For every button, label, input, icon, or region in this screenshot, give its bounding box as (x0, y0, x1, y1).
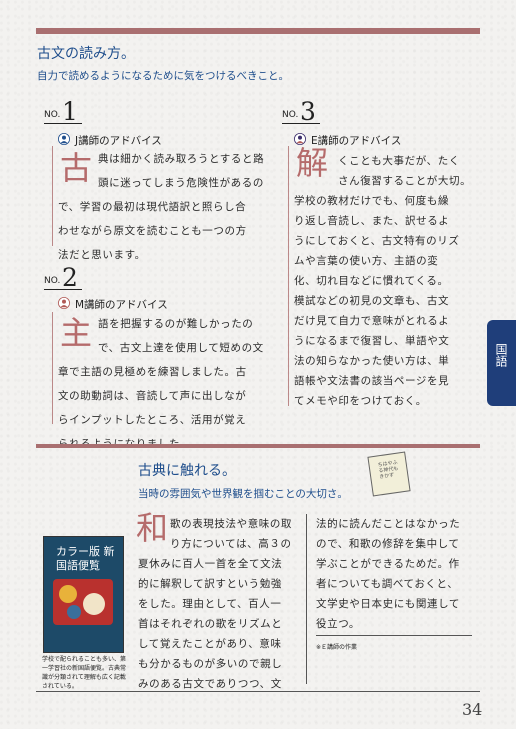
drop-cap-2: 主 (60, 314, 93, 352)
poem-card-image: ちはやふる神代もきかず (367, 451, 411, 497)
drop-cap-classics: 和 (136, 509, 169, 547)
no-label-1: NO. (44, 110, 61, 120)
advice-number-2: 2 (62, 263, 78, 292)
classics-subtitle: 当時の雰囲気や世界観を掴むことの大切さ。 (138, 488, 348, 500)
advisor-label-1: J講師のアドバイス (75, 135, 162, 147)
column-divider (306, 514, 307, 684)
top-divider (36, 28, 480, 34)
footnote: ※Ｅ講師の作業 (316, 644, 358, 651)
poem-card-text: ちはやふる神代もきかず (377, 459, 399, 481)
classics-line: 役立つ。 (316, 618, 360, 630)
number-underline-2 (44, 289, 82, 290)
quote-bar-1 (52, 146, 53, 246)
advice-line: 章で主語の見極めを練習しました。古 (58, 366, 247, 378)
person-icon (58, 133, 70, 145)
advice-line: 語を把握するのが難しかったの (98, 318, 254, 330)
advisor-label-2: M講師のアドバイス (75, 299, 168, 311)
subject-tab-label: 国語 (494, 343, 508, 367)
flower-motif (67, 605, 81, 619)
advice-line: で、学習の最初は現代語訳と照らし合 (58, 201, 247, 213)
no-label-3: NO. (282, 110, 299, 120)
note-divider (316, 635, 472, 636)
middle-divider (36, 444, 480, 448)
section-title: 古文の読み方。 (37, 46, 135, 62)
advice-line: らインプットしたところ、活用が覚え (58, 414, 247, 426)
bottom-divider (36, 691, 480, 692)
book-cover-art (53, 579, 113, 625)
advice-line: で、古文上達を使用して短めの文 (98, 342, 264, 354)
flower-motif (59, 585, 77, 603)
advice-line: 文の助動詞は、音読して声に出しなが (58, 390, 247, 402)
number-underline-1 (44, 123, 82, 124)
book-title: カラー版 新国語便覧 (56, 545, 115, 572)
page-number: 34 (462, 700, 483, 719)
advice-line: てメモや印をつけておく。 (294, 395, 427, 407)
quote-bar-3 (288, 146, 289, 406)
drop-cap-1: 古 (60, 149, 93, 187)
number-underline-3 (282, 123, 320, 124)
flower-motif (83, 593, 105, 615)
advice-line: 頭に迷ってしまう危険性があるの (98, 177, 264, 189)
reference-book-image: カラー版 新国語便覧 (43, 536, 124, 653)
classics-title: 古典に触れる。 (138, 463, 236, 479)
advice-number-1: 1 (62, 97, 78, 126)
quote-bar-2 (52, 312, 53, 424)
drop-cap-3: 解 (296, 144, 329, 182)
book-caption: 学校で配られることも多い、第一学習社の新国語便覧。古典常識が分類されて理解も広く… (42, 656, 127, 690)
advice-number-3: 3 (300, 97, 316, 126)
section-subtitle: 自力で読めるようになるために気をつけるべきこと。 (37, 70, 289, 82)
advice-line: 典は細かく読み取ろうとすると路 (98, 153, 265, 165)
no-label-2: NO. (44, 276, 61, 286)
person-icon (58, 297, 70, 309)
classics-line: みのある古文でありつつ、文 (138, 678, 282, 690)
advice-line: わせながら原文を読むことも一つの方 (58, 225, 247, 237)
